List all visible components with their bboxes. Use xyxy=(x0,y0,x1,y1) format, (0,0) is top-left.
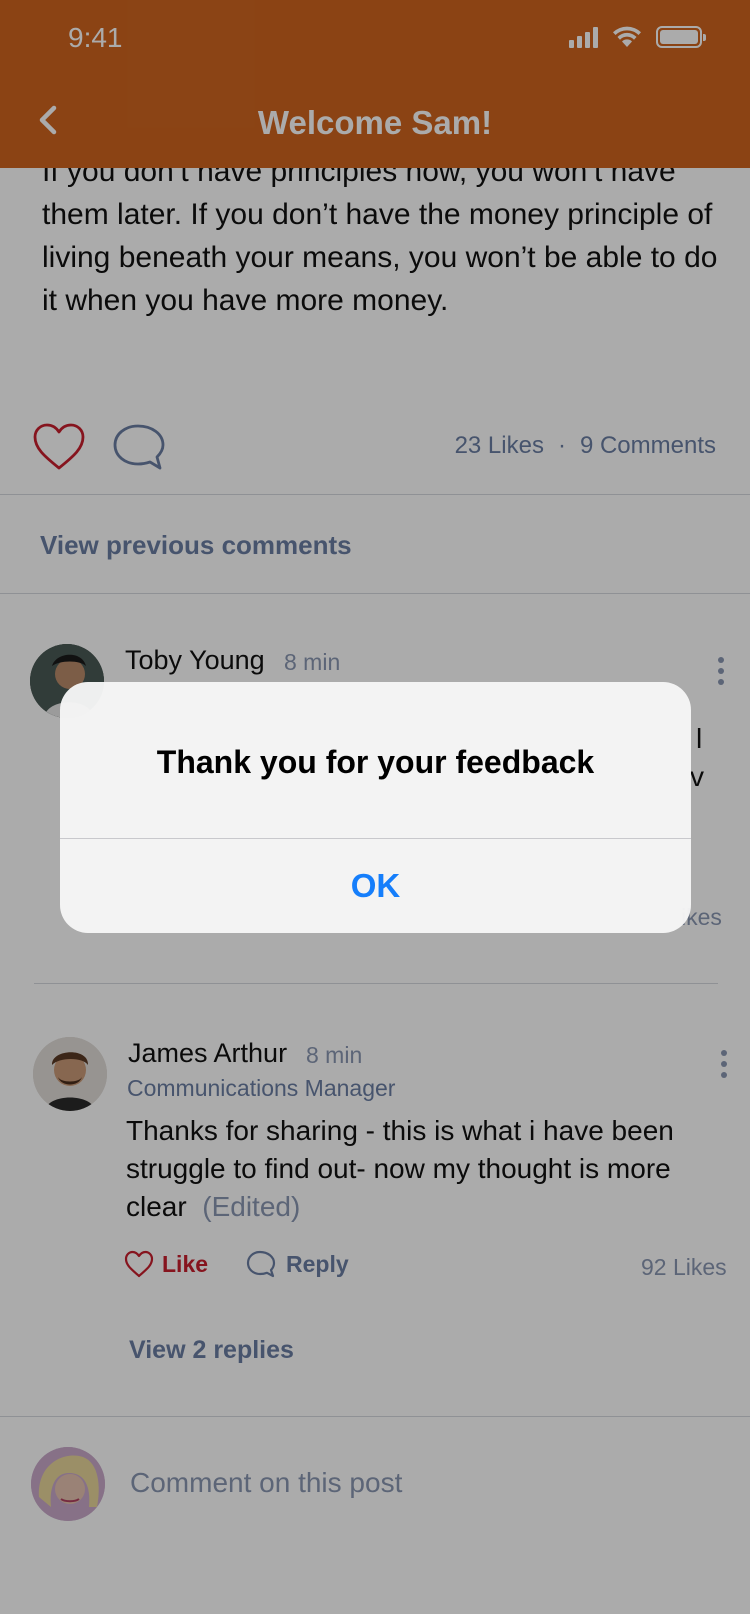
alert-dialog: Thank you for your feedback OK xyxy=(60,682,691,933)
ok-button[interactable]: OK xyxy=(60,839,691,933)
alert-title: Thank you for your feedback xyxy=(156,744,595,780)
